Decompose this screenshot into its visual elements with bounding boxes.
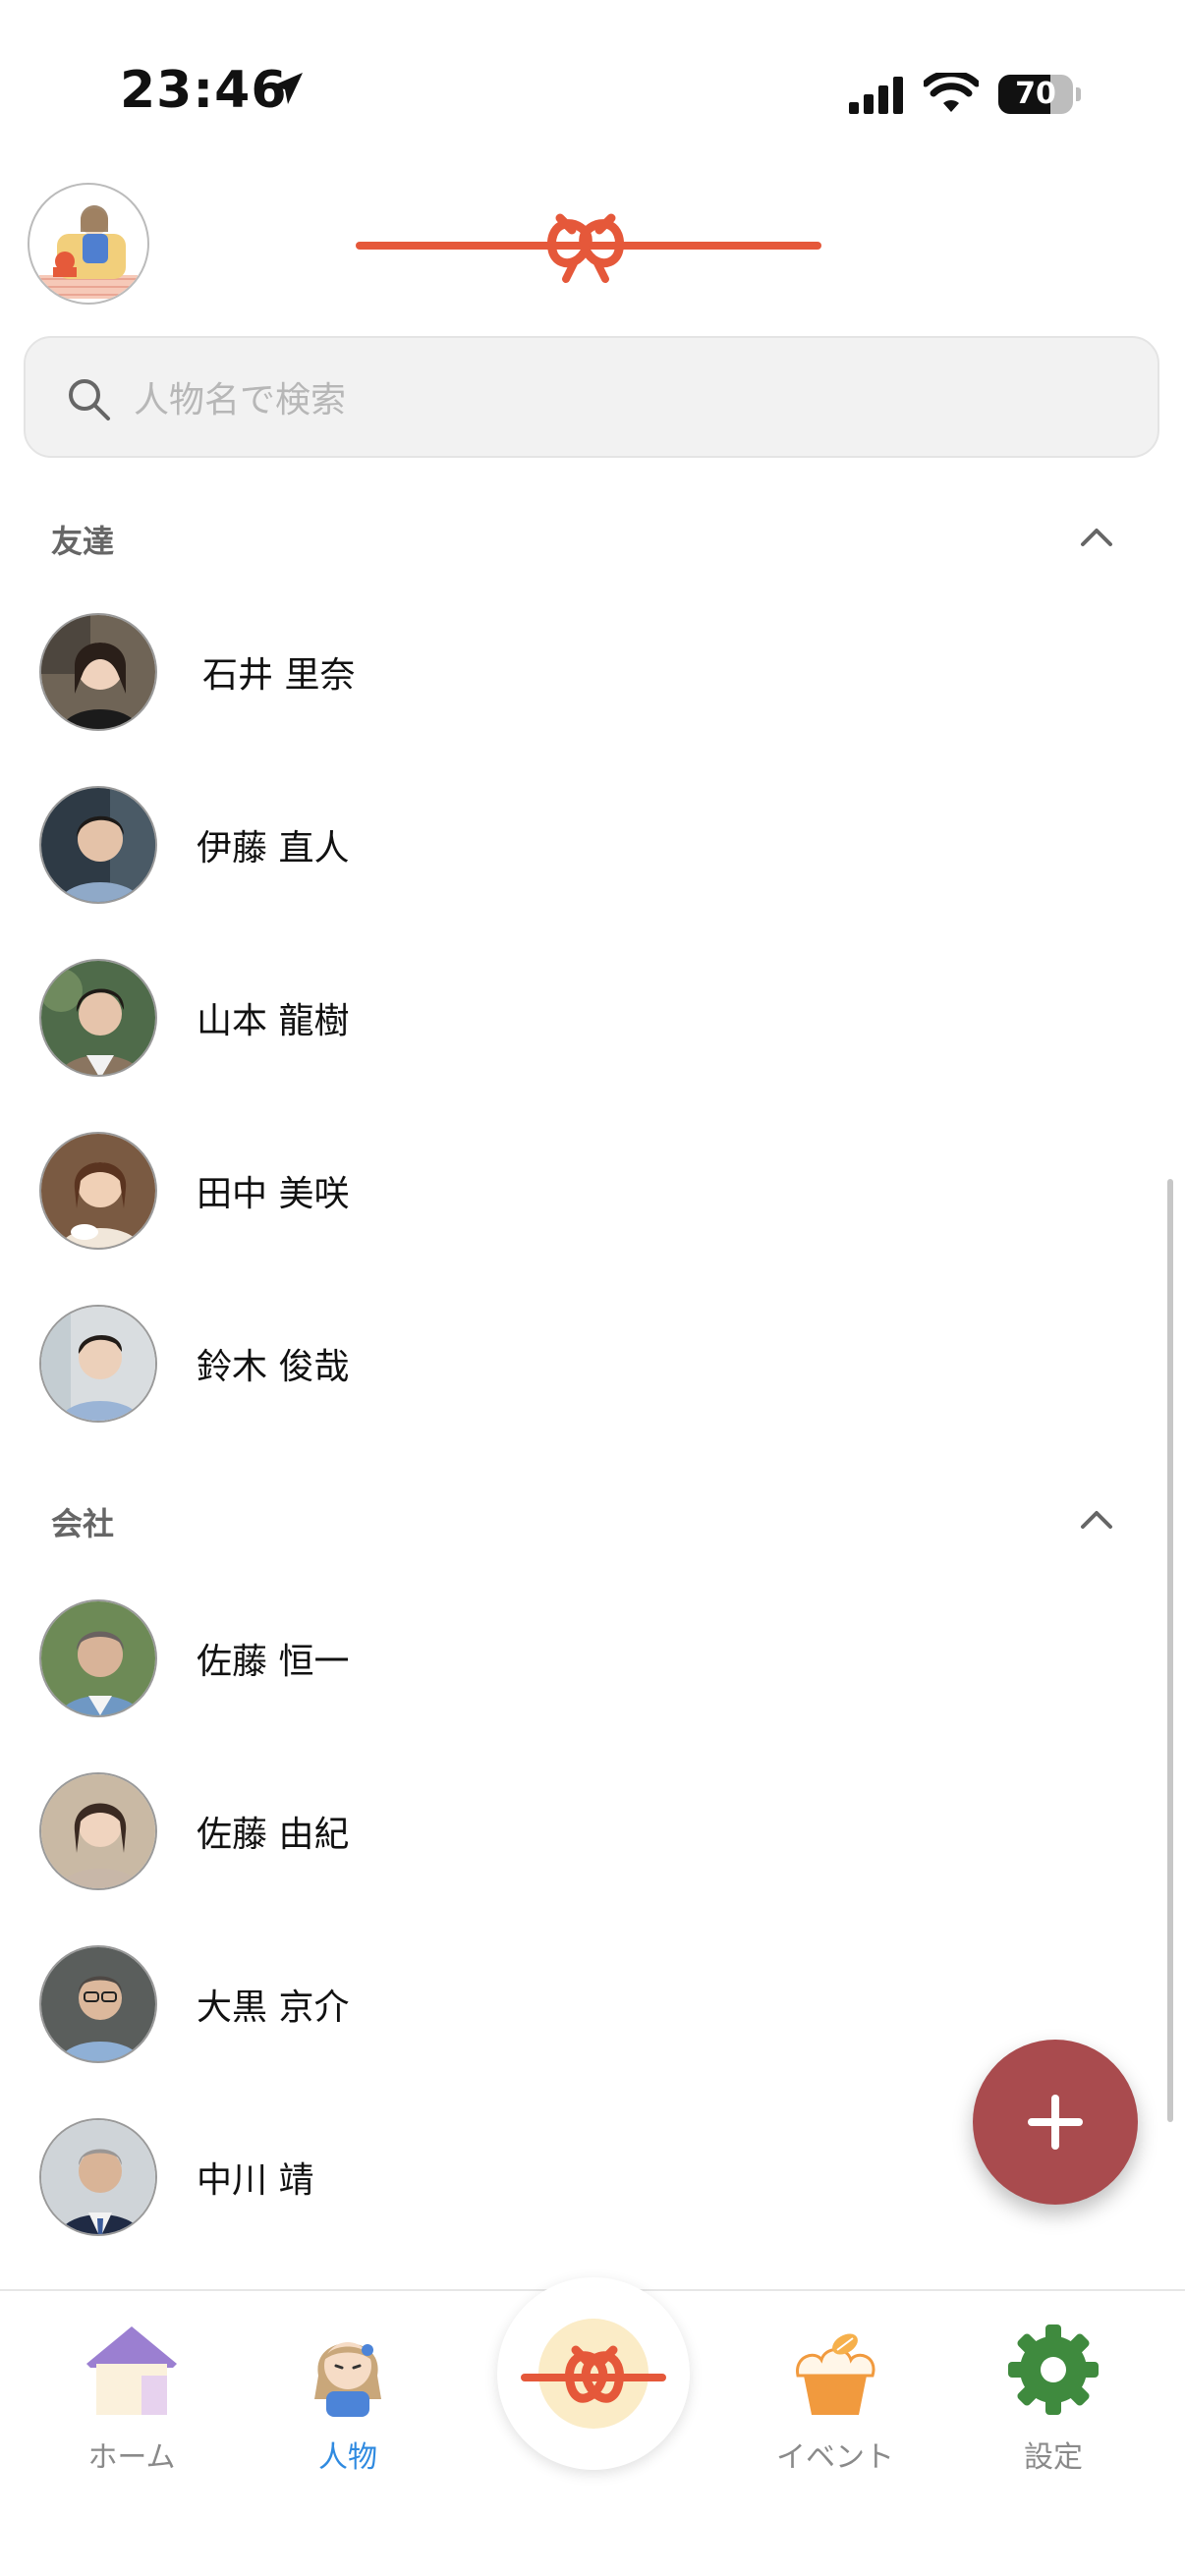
house-icon (86, 2326, 177, 2415)
chevron-up-icon[interactable] (1077, 519, 1116, 554)
person-avatar (39, 613, 157, 731)
search-bar[interactable] (24, 336, 1159, 458)
section-label: 友達 (51, 523, 115, 560)
wifi-icon (924, 73, 979, 112)
status-time: 23:46 (120, 61, 288, 120)
tab-label: イベント (776, 2440, 894, 2475)
tab-settings[interactable]: 設定 (965, 2321, 1142, 2478)
person-row[interactable]: 伊藤 直人 (0, 758, 1159, 931)
cake-icon (796, 2333, 875, 2415)
gear-icon (1008, 2324, 1099, 2415)
person-row[interactable]: 大黒 京介 (0, 1918, 1159, 2091)
person-avatar (39, 1945, 157, 2063)
app-logo (356, 213, 821, 283)
section-header-company[interactable]: 会社 (0, 1480, 1185, 1558)
app-header (0, 177, 1185, 305)
person-avatar (39, 2118, 157, 2236)
scrollbar[interactable] (1167, 1179, 1173, 2122)
add-person-button[interactable] (973, 2040, 1138, 2205)
profile-illustration-icon (39, 204, 138, 299)
battery-percent: 70 (1015, 77, 1056, 111)
person-avatar (39, 1772, 157, 1890)
location-arrow-icon (271, 73, 303, 104)
tab-events[interactable]: イベント (747, 2321, 924, 2478)
tab-center[interactable] (497, 2277, 690, 2470)
person-name: 中川 靖 (197, 2160, 314, 2201)
section-label: 会社 (51, 1505, 115, 1542)
person-icon (314, 2342, 381, 2417)
section-header-friends[interactable]: 友達 (0, 497, 1185, 576)
status-bar: 23:46 70 (0, 0, 1185, 157)
tab-label: 人物 (318, 2440, 377, 2475)
person-avatar (39, 786, 157, 904)
tab-bar: ホーム 人物 イベント 設定 (0, 2277, 1185, 2576)
search-icon (69, 379, 110, 420)
battery-indicator: 70 (998, 75, 1081, 114)
tab-home[interactable]: ホーム (43, 2321, 220, 2478)
tab-label: ホーム (87, 2440, 176, 2475)
person-name: 田中 美咲 (197, 1174, 350, 1214)
person-avatar (39, 959, 157, 1077)
person-row[interactable]: 鈴木 俊哉 (0, 1277, 1159, 1450)
person-name: 伊藤 直人 (197, 828, 350, 868)
person-avatar (39, 1599, 157, 1717)
person-name: 石井 里奈 (202, 655, 356, 696)
person-name: 鈴木 俊哉 (197, 1347, 350, 1387)
chevron-up-icon[interactable] (1077, 1501, 1116, 1537)
person-row[interactable]: 山本 龍樹 (0, 931, 1159, 1104)
person-name: 佐藤 恒一 (197, 1642, 350, 1682)
person-row[interactable]: 石井 里奈 (0, 586, 1159, 758)
person-row[interactable]: 田中 美咲 (0, 1104, 1159, 1277)
profile-avatar[interactable] (28, 183, 149, 305)
person-row[interactable]: 佐藤 恒一 (0, 1572, 1159, 1745)
people-screen: 23:46 70 人物名で検索 友達 石井 里奈 伊藤 直人 山本 龍樹 田中 … (0, 0, 1185, 2576)
knot-icon (521, 2319, 666, 2429)
person-avatar (39, 1132, 157, 1250)
person-name: 山本 龍樹 (197, 1001, 350, 1041)
search-input[interactable] (132, 362, 1118, 438)
person-avatar (39, 1305, 157, 1423)
cellular-signal-icon (849, 77, 903, 114)
person-row[interactable]: 佐藤 由紀 (0, 1745, 1159, 1918)
tab-people[interactable]: 人物 (259, 2321, 436, 2478)
tab-label: 設定 (1024, 2440, 1083, 2475)
person-name: 佐藤 由紀 (197, 1815, 350, 1855)
person-name: 大黒 京介 (197, 1988, 350, 2028)
